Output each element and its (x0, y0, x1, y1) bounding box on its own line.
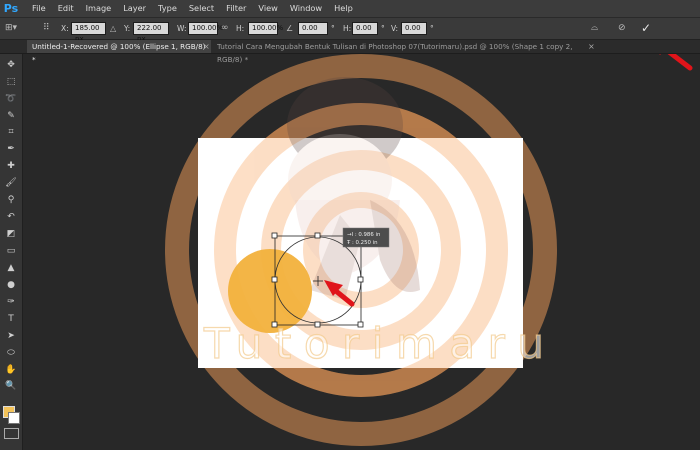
warp-mode-icon[interactable]: ⌓ (591, 22, 598, 35)
gradient-tool-icon[interactable]: ▭ (3, 245, 19, 258)
tooltip-height: Ŧ : 0.250 in (346, 240, 378, 246)
degree-unit-3: ° (430, 24, 434, 33)
healing-brush-tool-icon[interactable]: ✚ (3, 160, 19, 173)
x-label: X: (61, 24, 69, 33)
document-tab-bar: Untitled-1-Recovered @ 100% (Ellipse 1, … (0, 40, 700, 64)
vskew-input[interactable]: 0.00 (401, 22, 427, 35)
commit-transform-icon[interactable]: ✓ (641, 21, 651, 35)
quick-mask-icon[interactable] (4, 428, 19, 439)
path-selection-tool-icon[interactable]: ➤ (3, 330, 19, 343)
angle-input[interactable]: 0.00 (298, 22, 328, 35)
type-tool-icon[interactable]: T (3, 313, 19, 326)
dodge-tool-icon[interactable]: ● (3, 279, 19, 292)
menu-filter[interactable]: Filter (220, 0, 252, 17)
ellipse-tool-icon[interactable]: ⬭ (3, 347, 19, 360)
y-input[interactable]: 222.00 px (133, 22, 169, 43)
menu-items: File Edit Image Layer Type Select Filter… (26, 0, 359, 17)
transform-tool-icon[interactable]: ⊞▾ (5, 22, 17, 35)
eraser-tool-icon[interactable]: ◩ (3, 228, 19, 241)
background-color-swatch[interactable] (8, 412, 20, 424)
degree-unit-2: ° (381, 24, 385, 33)
tooltip-width: →I : 0.986 in (347, 232, 380, 238)
tab-untitled-recovered[interactable]: Untitled-1-Recovered @ 100% (Ellipse 1, … (27, 40, 211, 64)
brush-tool-icon[interactable]: 🖌 (3, 177, 19, 190)
hskew-label: H: (343, 24, 352, 33)
tools-panel: ✥ ⬚ ➰ ✎ ⌗ ✒ ✚ 🖌 ⚲ ↶ ◩ ▭ ▲ ● ✑ T ➤ ⬭ ✋ 🔍 (0, 54, 23, 450)
lasso-tool-icon[interactable]: ➰ (3, 93, 19, 106)
clone-stamp-tool-icon[interactable]: ⚲ (3, 194, 19, 207)
quick-selection-tool-icon[interactable]: ✎ (3, 110, 19, 123)
tab-tutorial-psd[interactable]: Tutorial Cara Mengubah Bentuk Tulisan di… (212, 40, 597, 64)
menu-file[interactable]: File (26, 0, 52, 17)
menu-layer[interactable]: Layer (117, 0, 152, 17)
menu-help[interactable]: Help (328, 0, 359, 17)
menu-window[interactable]: Window (284, 0, 328, 17)
link-icon[interactable]: ∞ (221, 22, 229, 35)
blur-tool-icon[interactable]: ▲ (3, 262, 19, 275)
menu-edit[interactable]: Edit (52, 0, 80, 17)
zoom-tool-icon[interactable]: 🔍 (3, 380, 19, 393)
cancel-transform-icon[interactable]: ⊘ (618, 22, 626, 35)
menu-select[interactable]: Select (183, 0, 220, 17)
h-input[interactable]: 100.00% (248, 22, 283, 35)
w-label: W: (177, 24, 187, 33)
menu-image[interactable]: Image (80, 0, 118, 17)
history-brush-tool-icon[interactable]: ↶ (3, 211, 19, 224)
marquee-tool-icon[interactable]: ⬚ (3, 76, 19, 89)
transform-measure-tooltip: →I : 0.986 in Ŧ : 0.250 in (342, 227, 390, 248)
hskew-input[interactable]: 0.00 (352, 22, 378, 35)
tab-close-icon[interactable]: × (203, 40, 210, 53)
angle-icon: ∠ (286, 24, 294, 33)
h-label: H: (236, 24, 245, 33)
photoshop-logo: Ps (3, 2, 19, 15)
eyedropper-tool-icon[interactable]: ✒ (3, 143, 19, 156)
hand-tool-icon[interactable]: ✋ (3, 364, 19, 377)
options-bar: ⊞▾ ⠿ X: 185.00 px △ Y: 222.00 px W: 100.… (0, 18, 700, 43)
delta-icon[interactable]: △ (110, 22, 116, 35)
degree-unit-1: ° (331, 24, 335, 33)
move-tool-icon[interactable]: ✥ (3, 59, 19, 72)
x-input[interactable]: 185.00 px (71, 22, 106, 43)
w-input[interactable]: 100.00% (188, 22, 223, 35)
watermark-text: Tutorimaru (203, 319, 544, 368)
crop-tool-icon[interactable]: ⌗ (3, 126, 19, 139)
pen-tool-icon[interactable]: ✑ (3, 296, 19, 309)
y-label: Y: (124, 24, 131, 33)
canvas-area[interactable]: Tutorimaru →I : 0.986 in Ŧ : 0.250 in (23, 54, 700, 450)
menu-view[interactable]: View (252, 0, 283, 17)
menu-bar: Ps File Edit Image Layer Type Select Fil… (0, 0, 700, 18)
menu-type[interactable]: Type (152, 0, 183, 17)
red-arrow-commit-annotation (659, 54, 693, 71)
reference-point-icon[interactable]: ⠿ (43, 22, 50, 35)
vskew-label: V: (391, 24, 399, 33)
tab-close-icon[interactable]: × (588, 40, 595, 53)
